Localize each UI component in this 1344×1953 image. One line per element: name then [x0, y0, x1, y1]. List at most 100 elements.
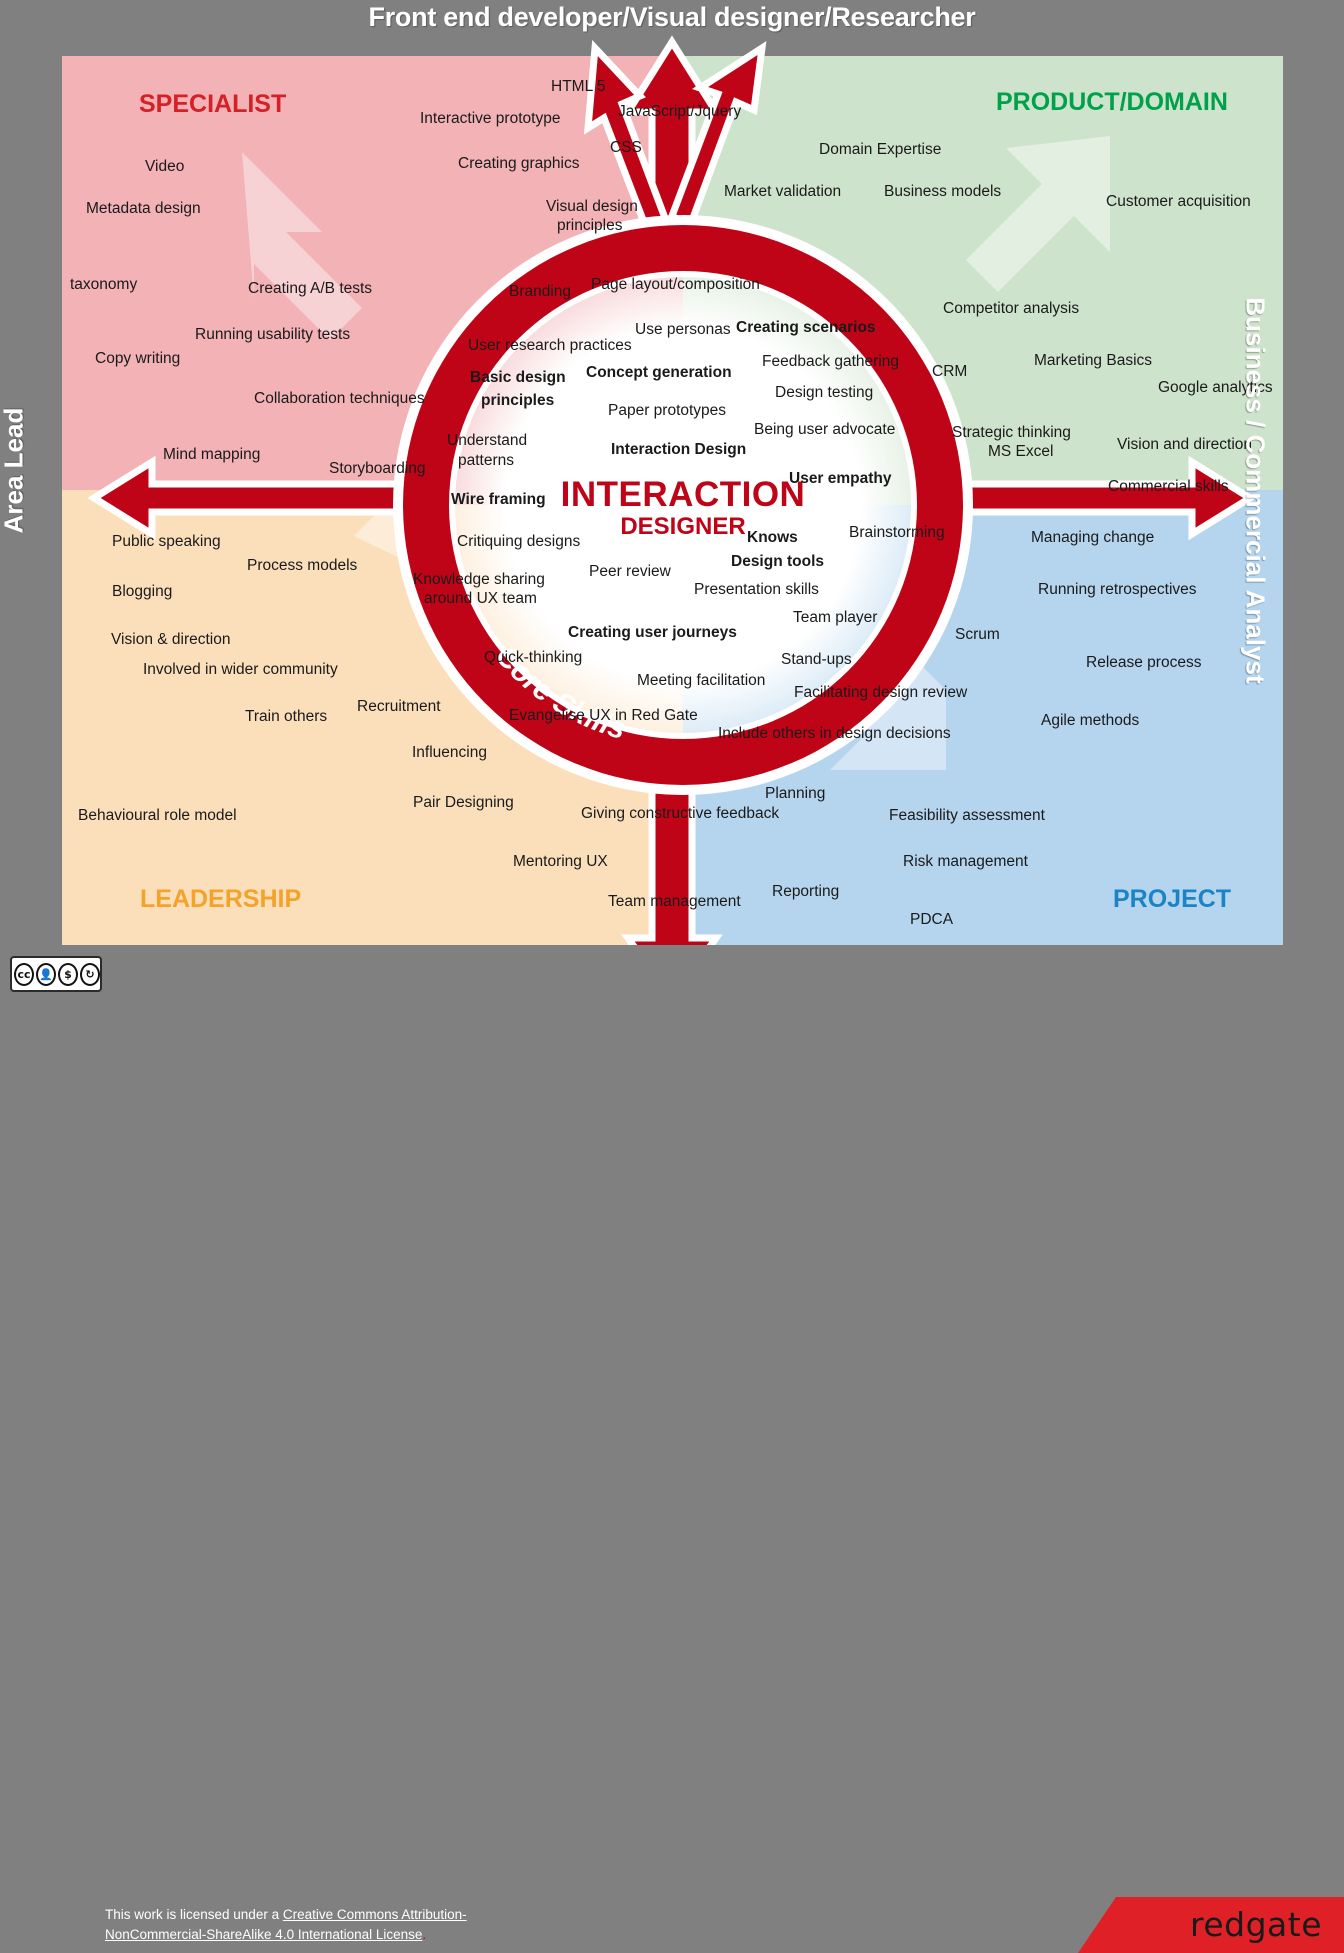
skill-label-core: Concept generation	[586, 364, 732, 381]
skill-label-product: Commercial skills	[1108, 478, 1229, 495]
skill-label-project: Include others in design decisions	[718, 725, 951, 742]
skill-label-specialist: JavaScript/Jquery	[618, 103, 742, 120]
skill-label-core: Basic design	[470, 369, 566, 386]
skill-label-core: Team player	[793, 609, 878, 626]
skill-label-product: Customer acquisition	[1106, 193, 1251, 210]
skill-label-core: Presentation skills	[694, 581, 819, 598]
skill-label-leadership: Process models	[247, 557, 358, 574]
skill-label-core: Creating scenarios	[736, 319, 876, 336]
skill-label-leadership: Team management	[608, 893, 741, 910]
skill-label-core: around UX team	[424, 590, 537, 607]
skill-label-specialist: Running usability tests	[195, 326, 351, 343]
skill-label-core: Design testing	[775, 384, 874, 401]
redgate-logo-text: redgate	[1190, 1905, 1323, 1944]
skill-label-leadership: Train others	[245, 708, 328, 725]
skill-label-specialist: Mind mapping	[163, 446, 261, 463]
skill-label-core: Interaction Design	[611, 441, 747, 458]
cc-by-icon: 👤	[36, 962, 56, 986]
skill-label-core: Meeting facilitation	[637, 672, 766, 689]
skill-label-leadership: Public speaking	[112, 533, 221, 550]
skill-label-project: Scrum	[955, 626, 1000, 643]
skill-label-leadership: Influencing	[412, 744, 487, 761]
skill-label-core: User research practices	[468, 337, 632, 354]
skill-label-specialist: Interactive prototype	[420, 110, 561, 127]
skill-label-product: Domain Expertise	[819, 141, 942, 158]
axis-label-right: Business / Commercial Analyst	[1240, 297, 1271, 684]
skill-label-leadership: Pair Designing	[413, 794, 514, 811]
skill-label-project: Release process	[1086, 654, 1202, 671]
skill-label-core: Feedback gathering	[762, 353, 900, 370]
skill-label-core: Paper prototypes	[608, 402, 727, 419]
skill-label-product: Marketing Basics	[1034, 352, 1153, 369]
quadrant-title-project: PROJECT	[1113, 885, 1232, 913]
skill-label-specialist: Storyboarding	[329, 460, 426, 477]
skill-label-project: Agile methods	[1041, 712, 1140, 729]
skill-label-product: Business models	[884, 183, 1002, 200]
quadrant-title-leadership: LEADERSHIP	[140, 885, 302, 913]
skill-label-core: Being user advocate	[754, 421, 896, 438]
skill-label-product: Competitor analysis	[943, 300, 1080, 317]
skill-label-product: Vision and direction	[1117, 436, 1252, 453]
skill-label-project: Planning	[765, 785, 826, 802]
skill-label-leadership: Mentoring UX	[513, 853, 608, 870]
skill-label-project: PDCA	[910, 911, 954, 928]
skill-label-leadership: Involved in wider community	[143, 661, 338, 678]
skill-label-core: Knowledge sharing	[413, 571, 545, 588]
skill-label-project: Facilitating design review	[794, 684, 968, 701]
skill-label-specialist: CSS	[610, 139, 642, 156]
cc-nc-icon: $	[58, 962, 78, 986]
skill-label-specialist: Copy writing	[95, 350, 181, 367]
skill-label-core: Evangelise UX in Red Gate	[509, 707, 698, 724]
skill-label-core: patterns	[458, 452, 515, 469]
skill-label-project: Reporting	[772, 883, 840, 900]
skill-label-product: CRM	[932, 363, 968, 380]
skill-label-specialist: principles	[557, 217, 623, 234]
skill-label-core: Quick-thinking	[484, 649, 583, 666]
quadrant-title-specialist: SPECIALIST	[139, 90, 287, 118]
skill-label-product: Market validation	[724, 183, 842, 200]
skill-label-leadership: Giving constructive feedback	[581, 805, 780, 822]
cc-sa-icon: ↻	[80, 962, 100, 986]
diagram-canvas: Core Skills SPECIALIST PRODUCT/DOMAIN LE…	[0, 0, 1344, 1953]
skill-label-product: Strategic thinking	[952, 424, 1071, 441]
skill-label-core: Design tools	[731, 553, 825, 570]
skill-label-specialist: Creating graphics	[458, 155, 580, 172]
skill-label-core: Use personas	[635, 321, 731, 338]
skill-label-project: Running retrospectives	[1038, 581, 1197, 598]
skill-label-core: Stand-ups	[781, 651, 852, 668]
quadrant-title-product-domain: PRODUCT/DOMAIN	[996, 88, 1228, 116]
axis-label-left: Area Lead	[0, 407, 29, 534]
skill-label-project: Risk management	[903, 853, 1028, 870]
skill-label-specialist: Creating A/B tests	[248, 280, 373, 297]
skill-label-core: Branding	[509, 283, 572, 300]
skill-label-core: Understand	[447, 432, 528, 449]
skill-label-core: Creating user journeys	[568, 624, 737, 641]
skill-label-specialist: Collaboration techniques	[254, 390, 425, 407]
skill-label-core: User empathy	[789, 470, 892, 487]
skill-label-specialist: taxonomy	[70, 276, 138, 293]
cc-circle-icon: cc	[14, 962, 34, 986]
skill-label-core: Knows	[747, 529, 798, 546]
skill-label-core: Wire framing	[451, 491, 546, 508]
skill-label-core: Brainstorming	[849, 524, 945, 541]
skill-label-product: MS Excel	[988, 443, 1054, 460]
skill-label-leadership: Behavioural role model	[78, 807, 237, 824]
license-text: This work is licensed under a Creative C…	[105, 1905, 525, 1944]
skill-label-specialist: Visual design	[546, 198, 638, 215]
license-suffix: .	[422, 1926, 427, 1942]
axis-label-top: Front end developer/Visual designer/Rese…	[368, 2, 976, 32]
skill-label-specialist: Video	[145, 158, 185, 175]
skill-label-core: Critiquing designs	[457, 533, 581, 550]
skill-label-leadership: Blogging	[112, 583, 173, 600]
skill-label-specialist: HTML 5	[551, 78, 606, 95]
skill-label-leadership: Recruitment	[357, 698, 441, 715]
skill-label-specialist: Metadata design	[86, 200, 201, 217]
creative-commons-badge-icon: cc 👤 $ ↻	[10, 956, 102, 992]
skill-label-core: Peer review	[589, 563, 671, 580]
skill-label-project: Managing change	[1031, 529, 1155, 546]
license-prefix: This work is licensed under a	[105, 1907, 283, 1922]
footer-bar: cc 👤 $ ↻ This work is licensed under a C…	[0, 945, 1344, 1953]
skill-label-leadership: Vision & direction	[111, 631, 231, 648]
skill-label-project: Feasibility assessment	[889, 807, 1045, 824]
skill-label-core: principles	[481, 392, 555, 409]
